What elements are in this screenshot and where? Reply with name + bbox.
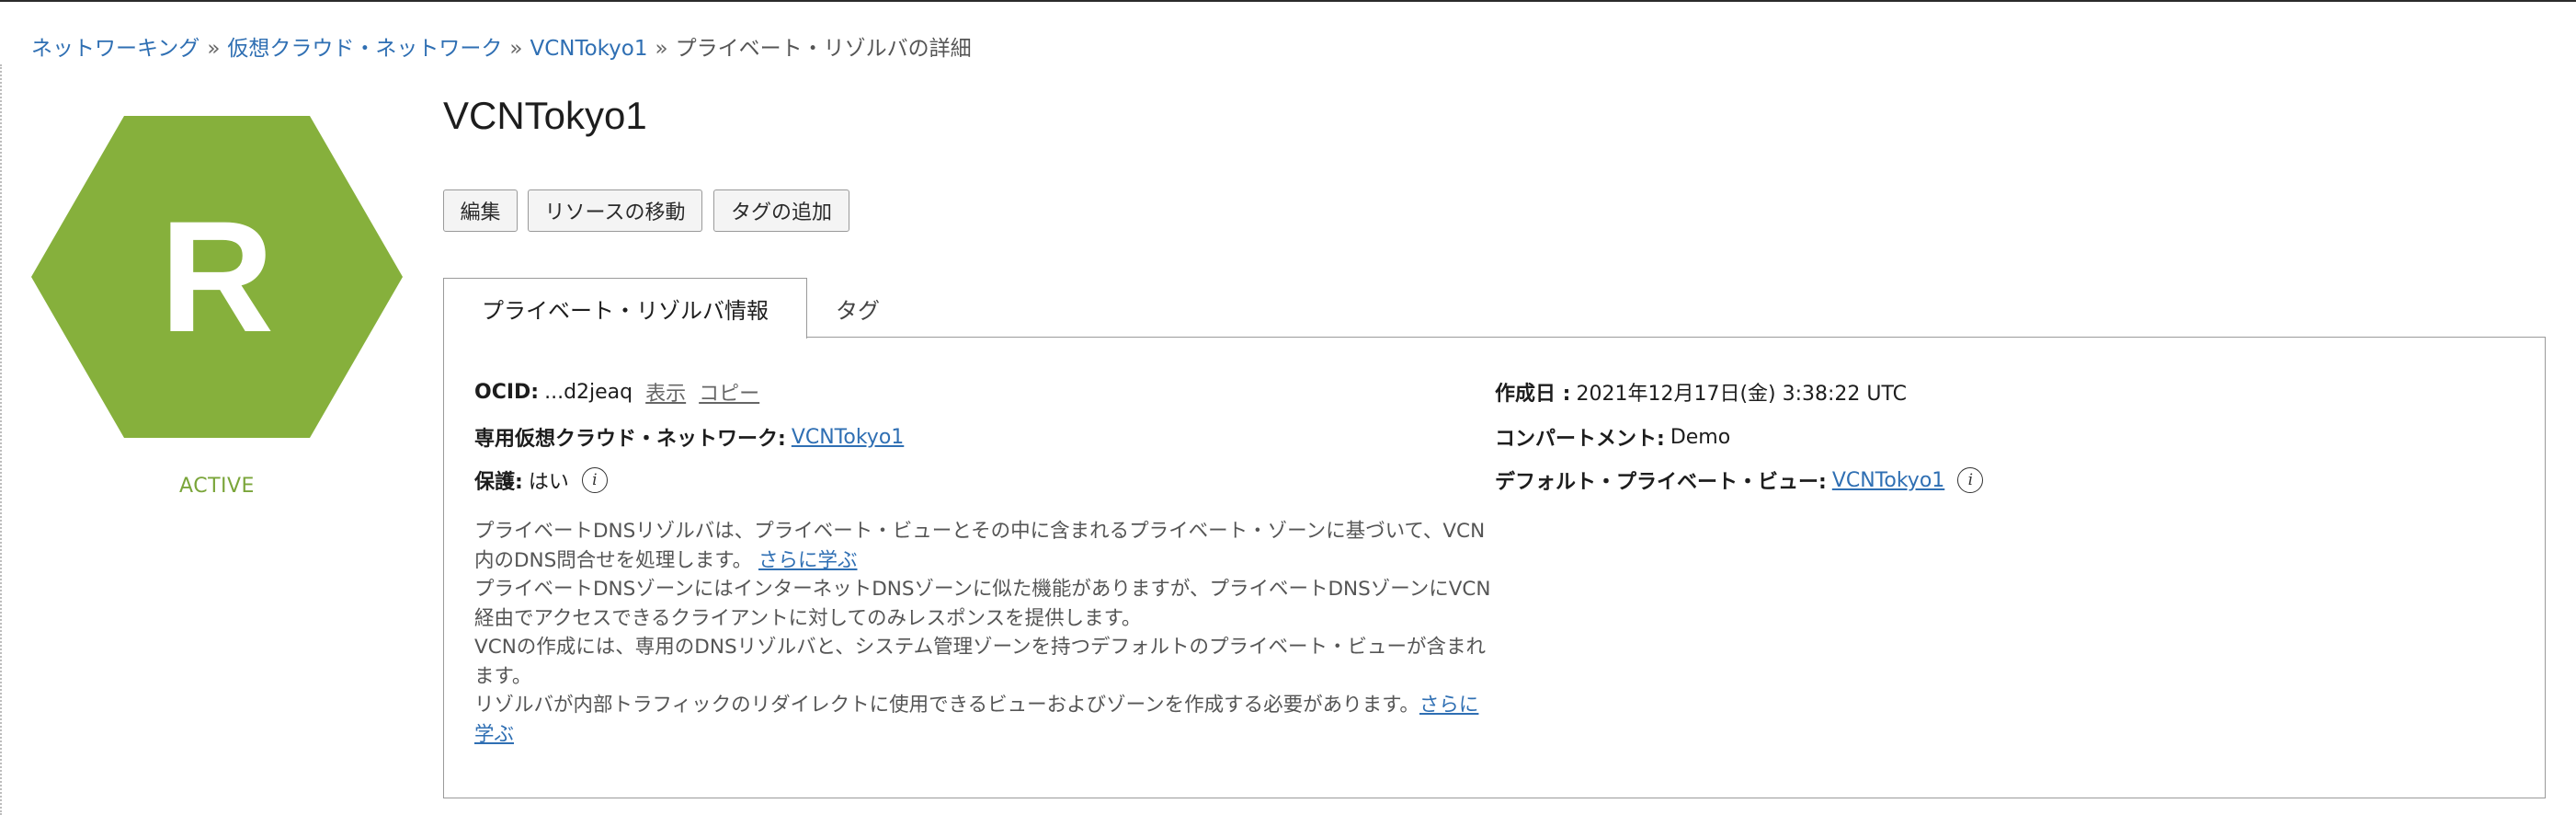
- resolver-description: プライベートDNSリゾルバは、プライベート・ビューとその中に含まれるプライベート…: [474, 517, 1495, 749]
- compartment-label: コンパートメント:: [1495, 428, 1665, 451]
- vcn-link[interactable]: VCNTokyo1: [792, 426, 904, 449]
- description-text: プライベートDNSリゾルバは、プライベート・ビューとその中に含まれるプライベート…: [474, 520, 1486, 572]
- created-label: 作成日 :: [1495, 383, 1571, 406]
- breadcrumb: ネットワーキング» 仮想クラウド・ネットワーク» VCNTokyo1» プライベート・…: [31, 30, 972, 62]
- learn-more-link[interactable]: さらに学ぶ: [758, 549, 858, 572]
- resource-type-letter: R: [159, 189, 275, 365]
- ocid-label: OCID:: [474, 380, 540, 404]
- breadcrumb-networking[interactable]: ネットワーキング: [31, 37, 199, 61]
- default-view-label: デフォルト・プライベート・ビュー:: [1495, 471, 1827, 494]
- info-icon[interactable]: i: [581, 467, 608, 493]
- left-panel-edge: [0, 64, 2, 815]
- compartment-value: Demo: [1670, 425, 1731, 449]
- ocid-show-link[interactable]: 表示: [645, 377, 686, 407]
- status-badge: ACTIVE: [179, 475, 255, 498]
- page-title: VCNTokyo1: [443, 94, 647, 137]
- tab-tags[interactable]: タグ: [807, 278, 908, 339]
- protected-label: 保護:: [474, 471, 523, 494]
- created-field: 作成日 : 2021年12月17日(金) 3:38:22 UTC: [1495, 377, 1907, 407]
- description-paragraph: VCNの作成には、専用のDNSリゾルバと、システム管理ゾーンを持つデフォルトのプ…: [474, 636, 1487, 688]
- breadcrumb-separator: »: [655, 37, 668, 61]
- description-text: リゾルバが内部トラフィックのリダイレクトに使用できるビューおよびゾーンを作成する…: [474, 694, 1419, 717]
- breadcrumb-separator: »: [509, 37, 523, 61]
- breadcrumb-current: プライベート・リゾルバの詳細: [675, 37, 972, 61]
- add-tag-button[interactable]: タグの追加: [713, 189, 849, 232]
- top-border: [0, 0, 2576, 2]
- breadcrumb-vcn[interactable]: VCNTokyo1: [530, 37, 647, 61]
- ocid-copy-link[interactable]: コピー: [699, 377, 759, 407]
- description-paragraph: リゾルバが内部トラフィックのリダイレクトに使用できるビューおよびゾーンを作成する…: [474, 691, 1495, 749]
- edit-button[interactable]: 編集: [443, 189, 518, 232]
- description-paragraph: プライベートDNSゾーンにはインターネットDNSゾーンに似た機能がありますが、プ…: [474, 578, 1491, 630]
- ocid-field: OCID: ...d2jeaq 表示 コピー: [474, 377, 759, 407]
- move-resource-button[interactable]: リソースの移動: [528, 189, 702, 232]
- default-view-field: デフォルト・プライベート・ビュー: VCNTokyo1 i: [1495, 465, 1984, 495]
- ocid-value: ...d2jeaq: [544, 380, 633, 404]
- protected-field: 保護: はい i: [474, 465, 608, 495]
- default-view-link[interactable]: VCNTokyo1: [1832, 469, 1944, 492]
- created-value: 2021年12月17日(金) 3:38:22 UTC: [1576, 383, 1908, 406]
- compartment-field: コンパートメント: Demo: [1495, 422, 1730, 452]
- vcn-label: 専用仮想クラウド・ネットワーク:: [474, 428, 786, 451]
- tab-resolver-info[interactable]: プライベート・リゾルバ情報: [443, 278, 807, 339]
- protected-value: はい: [528, 471, 569, 494]
- vcn-field: 専用仮想クラウド・ネットワーク: VCNTokyo1: [474, 422, 904, 452]
- breadcrumb-separator: »: [207, 37, 221, 61]
- info-icon[interactable]: i: [1957, 467, 1984, 493]
- breadcrumb-vcn-list[interactable]: 仮想クラウド・ネットワーク: [227, 37, 502, 61]
- description-paragraph: プライベートDNSリゾルバは、プライベート・ビューとその中に含まれるプライベート…: [474, 517, 1495, 575]
